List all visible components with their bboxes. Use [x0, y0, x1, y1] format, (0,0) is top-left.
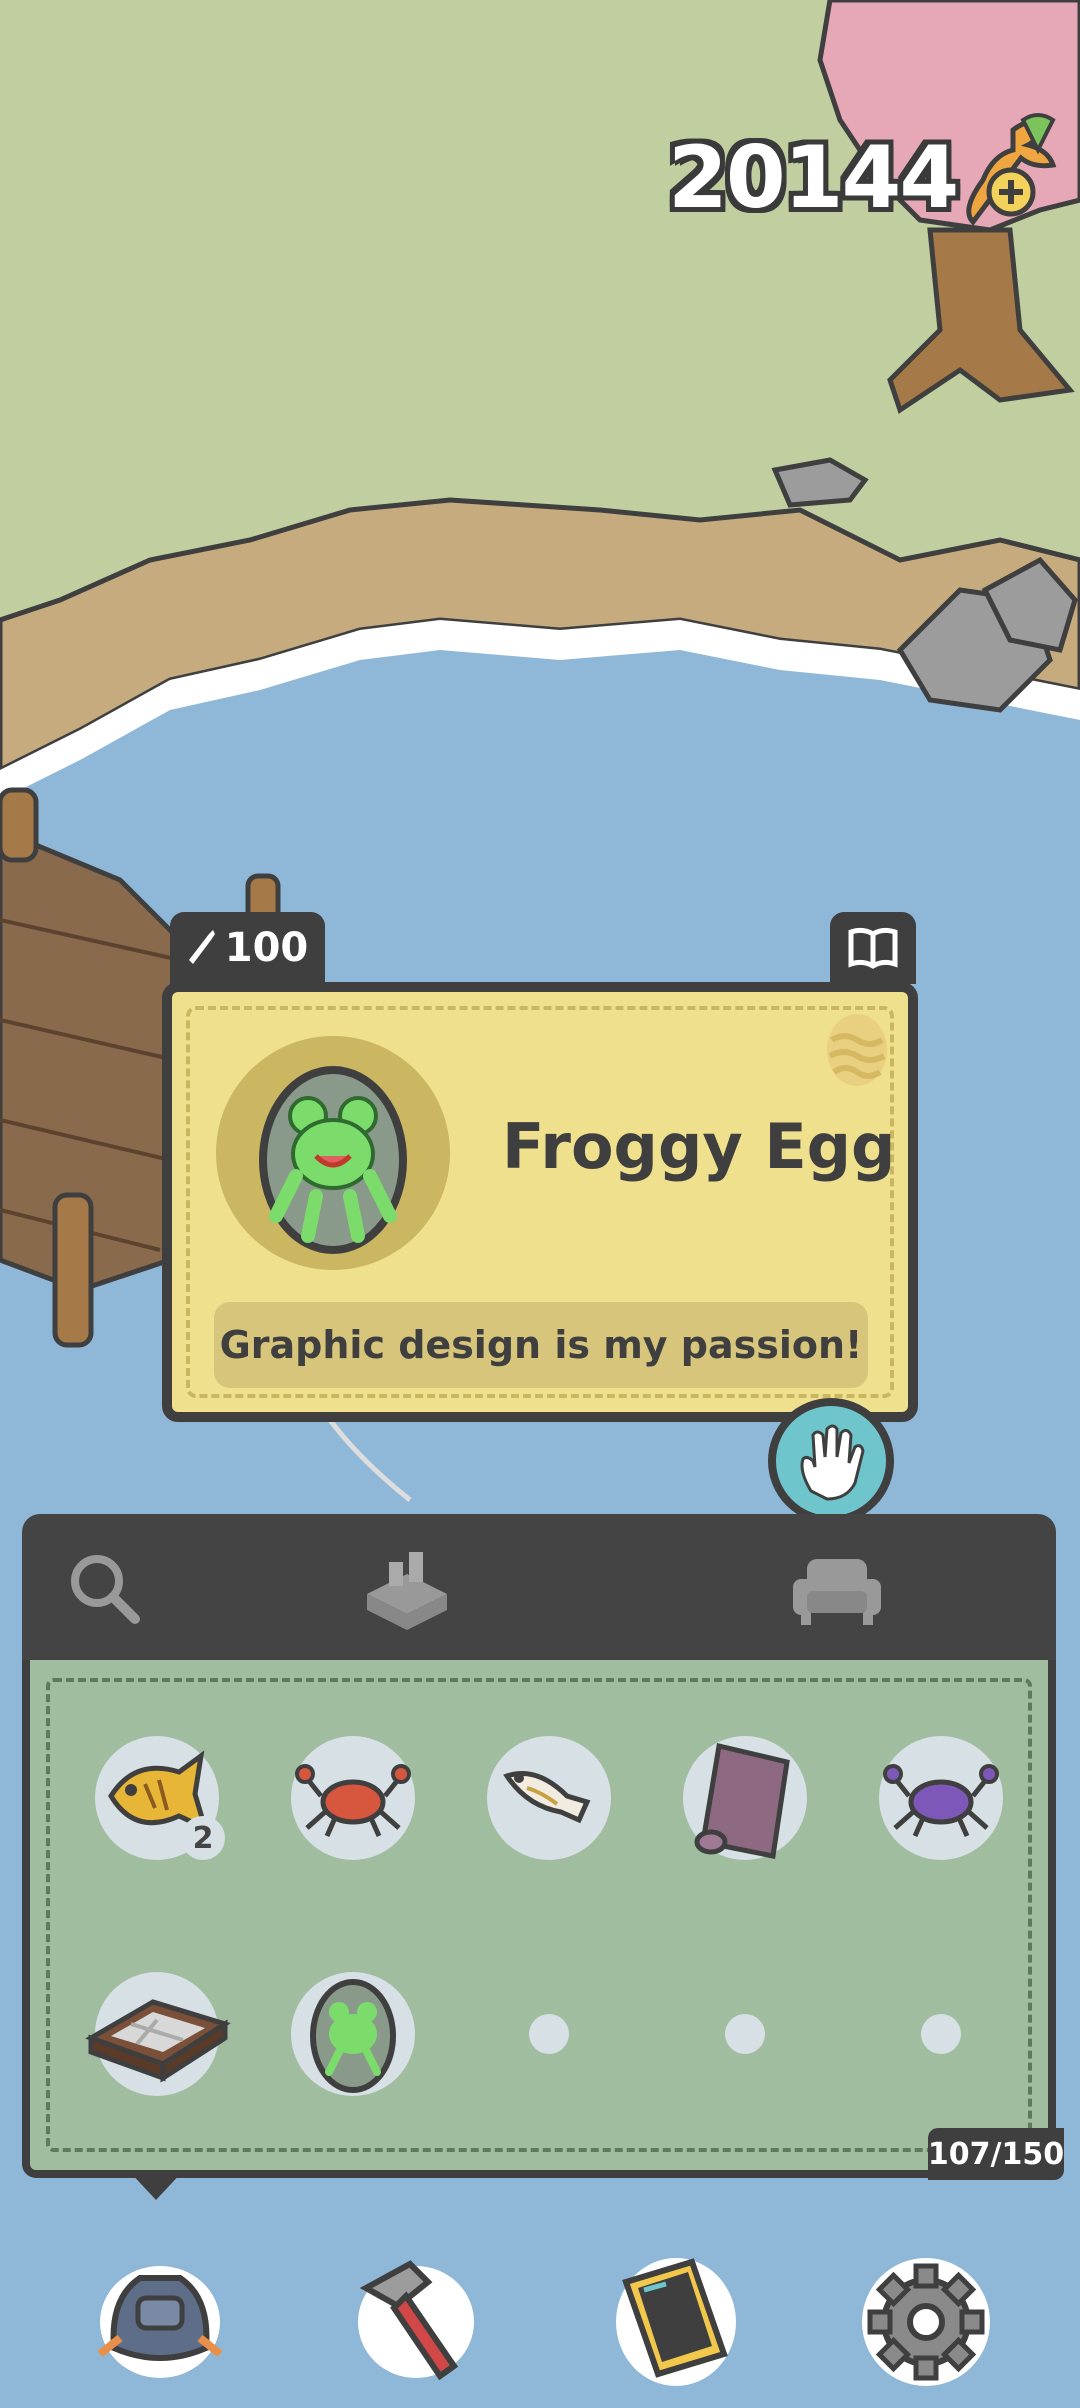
inventory-slot-white-fish[interactable] [487, 1736, 611, 1860]
tab-crafting[interactable] [352, 1534, 462, 1644]
froggy-egg-icon [259, 1066, 407, 1254]
window-tile-icon [85, 1999, 231, 2083]
inventory-slot-yellow-fish[interactable]: 2 [95, 1736, 225, 1860]
search-icon [71, 1555, 140, 1624]
rolled-rug-icon [694, 1742, 790, 1859]
grab-button[interactable] [768, 1398, 894, 1524]
book-button[interactable] [830, 912, 916, 984]
hammer-icon [358, 2260, 474, 2381]
inventory-slot-empty[interactable] [529, 2014, 569, 2054]
inventory-slot-purple-crab[interactable] [879, 1736, 1003, 1860]
price-value: 100 [224, 925, 309, 971]
red-crab-icon [295, 1764, 411, 1838]
gear-icon [862, 2258, 990, 2386]
nav-phone-button[interactable] [596, 2238, 756, 2398]
white-fish-icon [503, 1771, 591, 1824]
book-icon [848, 927, 898, 969]
price-tag: 100 [170, 912, 325, 984]
item-icon-disc [216, 1036, 450, 1270]
phone-icon [616, 2258, 736, 2386]
froggy-egg-icon [310, 1979, 396, 2093]
backpack-icon [97, 2266, 223, 2378]
carrot-plus-icon[interactable] [953, 110, 1063, 230]
crafting-icon [367, 1552, 447, 1630]
purple-crab-icon [883, 1764, 999, 1838]
inventory-slot-window-tile[interactable] [85, 1972, 231, 2096]
carrot-icon [188, 930, 215, 964]
item-name: Froggy Egg [502, 1110, 896, 1183]
inventory-tabs [22, 1514, 1056, 1664]
panel-pointer [128, 2170, 184, 2200]
carrot-currency: 20144 [668, 113, 1068, 238]
item-description: Graphic design is my passion! [214, 1302, 868, 1388]
tab-search[interactable] [50, 1534, 160, 1644]
inventory-slot-rolled-rug[interactable] [683, 1736, 807, 1860]
nav-backpack-button[interactable] [80, 2238, 240, 2398]
water-type-icon [827, 1014, 887, 1086]
inventory-capacity: 107/150 [928, 2128, 1064, 2180]
inventory-slot-empty[interactable] [921, 2014, 961, 2054]
inventory-slot-red-crab[interactable] [291, 1736, 415, 1860]
nav-settings-button[interactable] [846, 2238, 1006, 2398]
inventory-slot-empty[interactable] [725, 2014, 765, 2054]
item-count: 2 [181, 1816, 225, 1860]
item-card: Froggy Egg Graphic design is my passion! [162, 982, 918, 1422]
currency-value: 20144 [668, 128, 959, 228]
tab-furniture[interactable] [782, 1534, 892, 1644]
nav-build-button[interactable] [336, 2238, 496, 2398]
inventory-slot-froggy-egg[interactable] [291, 1972, 415, 2096]
furniture-icon [793, 1559, 881, 1625]
inventory-panel: 2 [22, 1660, 1056, 2178]
hand-icon [800, 1424, 865, 1501]
